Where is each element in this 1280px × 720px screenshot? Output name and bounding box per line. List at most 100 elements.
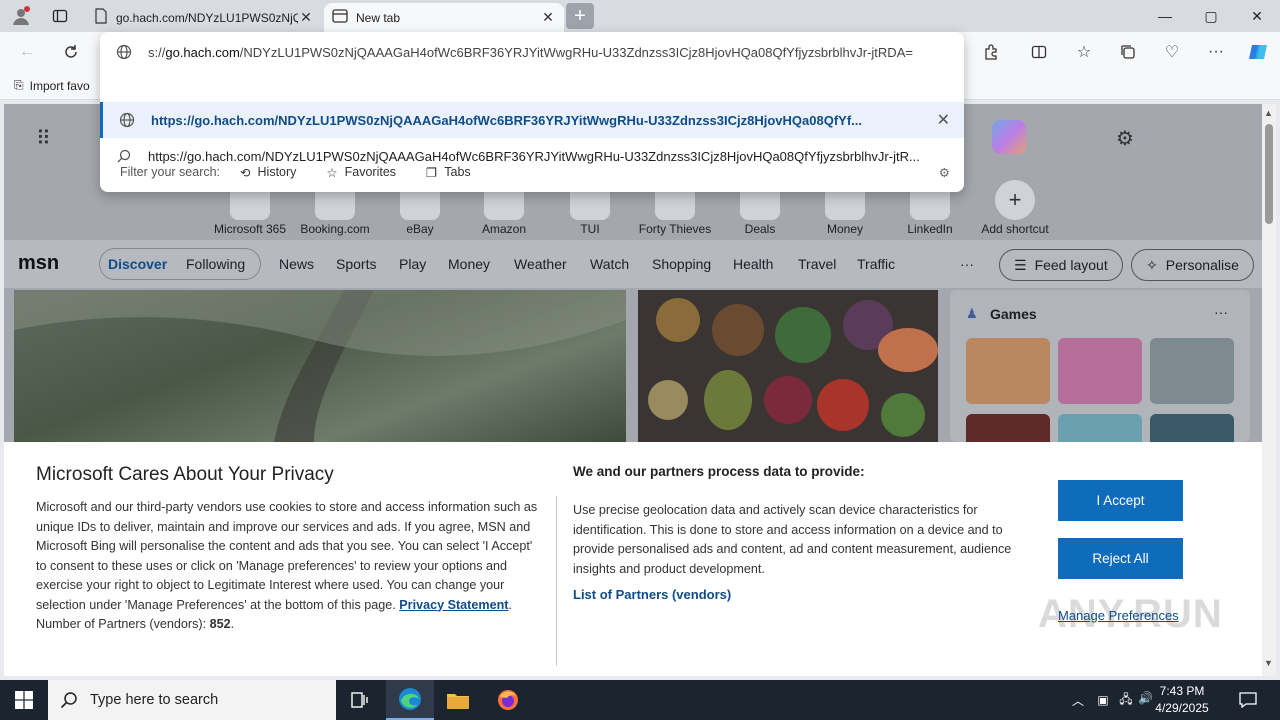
- game-tile[interactable]: [966, 338, 1050, 404]
- maximize-button[interactable]: ▢: [1188, 0, 1234, 32]
- hero-news-image[interactable]: [14, 290, 626, 442]
- browser-essentials-icon[interactable]: ♡: [1159, 40, 1185, 64]
- new-tab-button[interactable]: +: [566, 3, 594, 29]
- reject-all-button[interactable]: Reject All: [1058, 538, 1183, 579]
- import-favorites-link[interactable]: ⎘ Import favo: [14, 78, 90, 93]
- network-icon[interactable]: 🖧: [1116, 680, 1136, 720]
- tab-strip: go.hach.com/NDYzLU1PWS0zNjQ ✕ New tab ✕ …: [0, 0, 1280, 32]
- nav-travel[interactable]: Travel: [798, 256, 836, 272]
- vendors-list-link[interactable]: List of Partners (vendors): [573, 587, 1033, 602]
- copilot-icon[interactable]: [1245, 40, 1271, 64]
- copilot-logo-icon[interactable]: [992, 120, 1026, 154]
- nav-sports[interactable]: Sports: [336, 256, 376, 272]
- close-tab-icon[interactable]: ✕: [298, 9, 314, 26]
- partners-label: Number of Partners (vendors):: [36, 617, 207, 631]
- nav-money[interactable]: Money: [448, 256, 490, 272]
- shortcut-label: Forty Thieves: [638, 222, 712, 236]
- tab-hach[interactable]: go.hach.com/NDYzLU1PWS0zNjQ ✕: [86, 3, 322, 32]
- shortcut-label: eBay: [406, 222, 434, 236]
- nav-news[interactable]: News: [279, 256, 314, 272]
- feed-layout-button[interactable]: ☰ Feed layout: [999, 249, 1123, 281]
- globe-icon: [100, 44, 148, 60]
- nav-weather[interactable]: Weather: [514, 256, 567, 272]
- device-icon[interactable]: ▣: [1094, 680, 1112, 720]
- food-article-image[interactable]: [638, 290, 938, 442]
- edge-icon: [399, 688, 421, 710]
- tab-new-tab[interactable]: New tab ✕: [324, 3, 564, 32]
- nav-following[interactable]: Following: [186, 256, 245, 272]
- page-settings-gear-icon[interactable]: ⚙: [1116, 126, 1134, 151]
- collections-icon[interactable]: [1115, 40, 1141, 64]
- address-text: s://go.hach.com/NDYzLU1PWS0zNjQAAAGaH4of…: [148, 44, 913, 60]
- close-window-button[interactable]: ✕: [1234, 0, 1280, 32]
- notifications-icon[interactable]: [1236, 680, 1260, 720]
- nav-watch[interactable]: Watch: [590, 256, 629, 272]
- extensions-icon[interactable]: [978, 40, 1004, 64]
- privacy-consent-panel: Microsoft Cares About Your Privacy Micro…: [4, 442, 1262, 676]
- nav-shopping[interactable]: Shopping: [652, 256, 711, 272]
- minimize-button[interactable]: —: [1142, 0, 1188, 32]
- apps-launcher-icon[interactable]: ⠿: [36, 126, 51, 151]
- shortcut-label: LinkedIn: [907, 222, 953, 236]
- game-tile[interactable]: [1150, 338, 1234, 404]
- game-tile[interactable]: [1058, 338, 1142, 404]
- history-icon: ⟲: [240, 165, 251, 180]
- taskbar-firefox[interactable]: [484, 680, 532, 720]
- nav-play[interactable]: Play: [399, 256, 426, 272]
- privacy-body: Microsoft and our third-party vendors us…: [36, 500, 538, 631]
- show-hidden-icons-chevron-icon[interactable]: ︿: [1068, 680, 1088, 720]
- taskbar-edge[interactable]: [386, 680, 434, 720]
- scroll-up-icon[interactable]: ▲: [1264, 108, 1273, 118]
- manage-preferences-link[interactable]: Manage Preferences: [1058, 608, 1188, 623]
- tab-title: go.hach.com/NDYzLU1PWS0zNjQ: [116, 10, 298, 25]
- address-input[interactable]: s://go.hach.com/NDYzLU1PWS0zNjQAAAGaH4of…: [100, 34, 964, 70]
- search-settings-gear-icon[interactable]: ⚙: [939, 165, 950, 180]
- nav-discover[interactable]: Discover: [108, 256, 167, 272]
- purposes-heading: We and our partners process data to prov…: [573, 464, 865, 479]
- filter-favorites-button[interactable]: ☆ Favorites: [326, 165, 396, 180]
- favorites-star-icon[interactable]: ☆: [1071, 40, 1097, 64]
- taskbar-file-explorer[interactable]: [434, 680, 482, 720]
- scroll-down-icon[interactable]: ▼: [1264, 658, 1273, 668]
- msn-logo[interactable]: msn: [18, 252, 59, 275]
- personalise-label: Personalise: [1165, 257, 1239, 273]
- split-screen-icon[interactable]: [1026, 40, 1052, 64]
- address-bar-dropdown: s://go.hach.com/NDYzLU1PWS0zNjQAAAGaH4of…: [100, 32, 964, 192]
- back-icon[interactable]: ←: [14, 40, 40, 64]
- folder-icon: [447, 694, 469, 709]
- volume-icon[interactable]: 🔊: [1138, 691, 1153, 705]
- nav-health[interactable]: Health: [733, 256, 773, 272]
- filter-label: Filter your search:: [120, 165, 221, 179]
- nav-traffic[interactable]: Traffic: [857, 256, 895, 272]
- remove-suggestion-icon[interactable]: ✕: [937, 110, 950, 130]
- import-favorites-label: Import favo: [29, 78, 90, 93]
- taskbar-search-box[interactable]: Type here to search: [48, 680, 336, 720]
- suggestion-item[interactable]: https://go.hach.com/NDYzLU1PWS0zNjQAAAGa…: [100, 102, 964, 138]
- games-more-icon[interactable]: ···: [1214, 304, 1228, 320]
- privacy-statement-link[interactable]: Privacy Statement: [399, 598, 508, 612]
- close-tab-icon[interactable]: ✕: [540, 9, 556, 26]
- tab-actions-icon[interactable]: [50, 6, 70, 26]
- filter-tabs-button[interactable]: ❐ Tabs: [426, 165, 471, 180]
- windows-logo-icon: [15, 691, 33, 709]
- start-button[interactable]: [0, 680, 48, 720]
- add-shortcut-button[interactable]: + Add shortcut: [975, 180, 1055, 236]
- privacy-title: Microsoft Cares About Your Privacy: [36, 464, 334, 485]
- settings-more-icon[interactable]: ···: [1203, 40, 1229, 64]
- scrollbar-thumb[interactable]: [1265, 124, 1273, 224]
- task-view-button[interactable]: [336, 680, 384, 720]
- refresh-icon[interactable]: [58, 40, 84, 64]
- filter-history-button[interactable]: ⟲ History: [240, 165, 296, 180]
- privacy-purposes: We and our partners process data to prov…: [573, 464, 1033, 602]
- profile-icon[interactable]: [10, 5, 32, 27]
- star-icon: ☆: [326, 165, 338, 180]
- import-icon: ⎘: [14, 78, 24, 92]
- search-icon: [60, 692, 77, 709]
- accept-button[interactable]: I Accept: [1058, 480, 1183, 521]
- page-scrollbar[interactable]: ▲ ▼: [1262, 104, 1276, 676]
- shortcut-label: Amazon: [481, 222, 527, 236]
- personalise-button[interactable]: ✧ Personalise: [1131, 249, 1254, 281]
- star-sparkle-icon: ✧: [1146, 256, 1158, 273]
- nav-more-icon[interactable]: ···: [960, 256, 974, 272]
- filter-favorites-label: Favorites: [344, 165, 397, 179]
